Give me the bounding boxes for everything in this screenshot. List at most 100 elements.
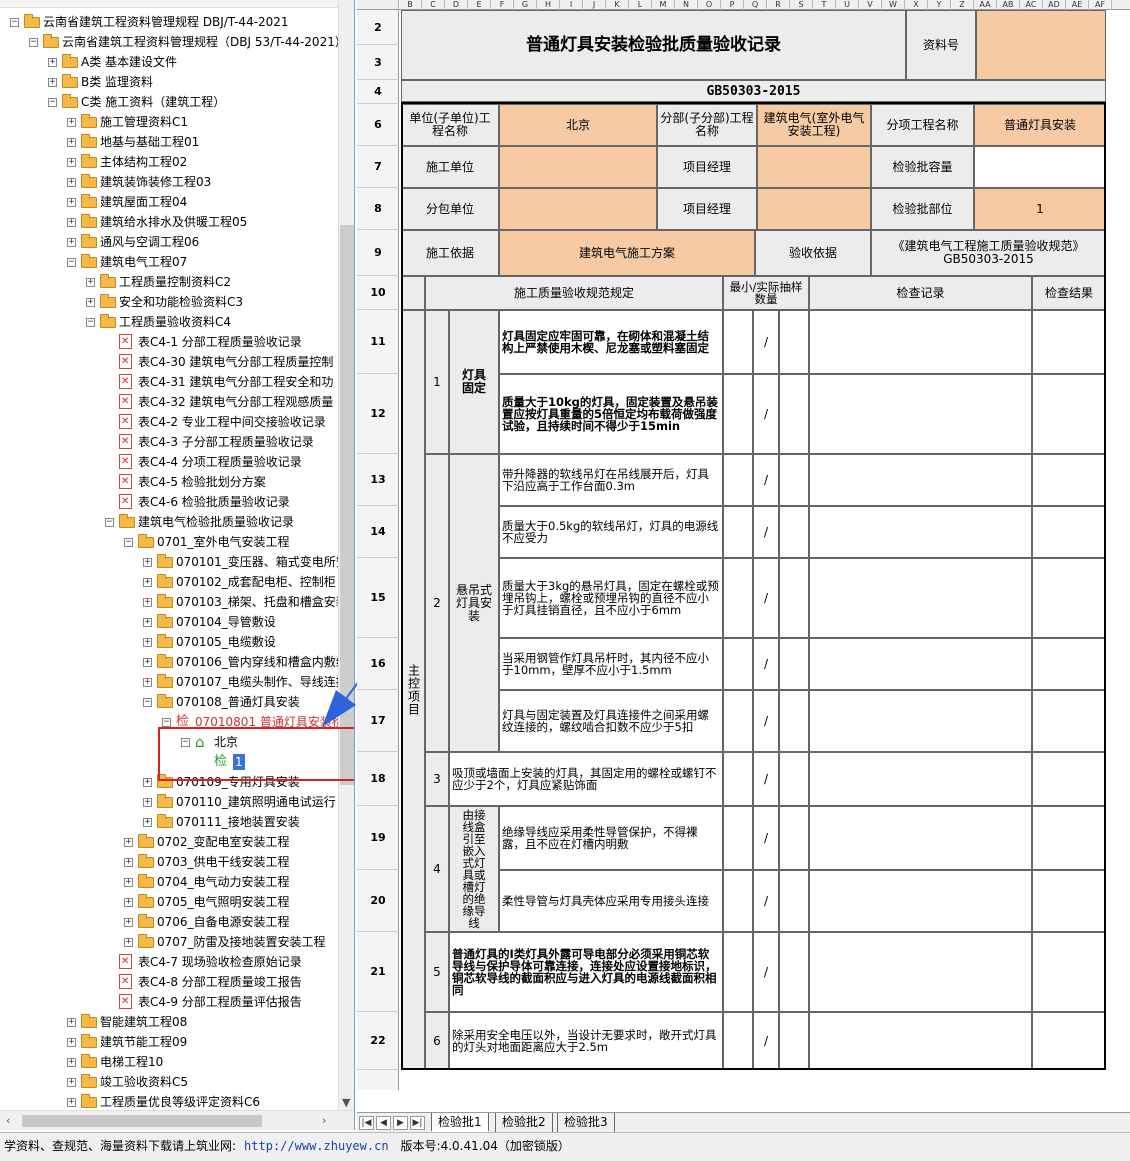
expand-icon[interactable]: + xyxy=(67,118,76,127)
scroll-right-icon[interactable]: › xyxy=(322,1114,326,1127)
tree-item[interactable]: + A类 基本建设文件 xyxy=(0,52,340,72)
sample-actual-cell[interactable] xyxy=(779,374,809,454)
pm2-value[interactable] xyxy=(757,188,871,230)
collapse-icon[interactable]: − xyxy=(29,38,38,47)
tree-item[interactable]: +070106_管内穿线和槽盒内敷线 xyxy=(0,652,340,672)
row-header-cell[interactable]: 10 xyxy=(357,276,399,310)
column-header-cell[interactable]: L xyxy=(629,0,652,10)
sample-actual-cell[interactable] xyxy=(779,310,809,374)
tab-sheet-3[interactable]: 检验批3 xyxy=(557,1113,615,1132)
tree-item[interactable]: − 云南省建筑工程资料管理规程（DBJ 53/T-44-2021） xyxy=(0,32,340,52)
column-header-cell[interactable]: O xyxy=(698,0,721,10)
expand-icon[interactable]: + xyxy=(143,618,152,627)
sample-actual-cell[interactable] xyxy=(779,1012,809,1070)
column-header-cell[interactable]: P xyxy=(721,0,744,10)
tab-sheet-1[interactable]: 检验批1 xyxy=(431,1113,489,1132)
expand-icon[interactable]: + xyxy=(67,1038,76,1047)
column-header-cell[interactable]: C xyxy=(422,0,445,10)
row-header-cell[interactable]: 18 xyxy=(357,752,399,806)
sample-slash-cell[interactable]: / xyxy=(753,558,779,638)
tree-item[interactable]: + B类 监理资料 xyxy=(0,72,340,92)
sample-min-cell[interactable] xyxy=(723,806,753,870)
tree-item[interactable]: +0702_变配电室安装工程 xyxy=(0,832,340,852)
capacity-value[interactable] xyxy=(974,146,1106,188)
sample-slash-cell[interactable]: / xyxy=(753,310,779,374)
column-header-cell[interactable]: U xyxy=(836,0,859,10)
tree-item[interactable]: − 工程质量验收资料C4 xyxy=(0,312,340,332)
row-header-cell[interactable]: 2 xyxy=(357,10,399,45)
check-result-cell[interactable] xyxy=(1032,374,1106,454)
expand-icon[interactable]: + xyxy=(86,278,95,287)
column-header-cell[interactable]: N xyxy=(675,0,698,10)
sample-slash-cell[interactable]: / xyxy=(753,752,779,806)
row-header-cell[interactable]: 9 xyxy=(357,230,399,276)
tree-item[interactable]: +070111_接地装置安装 xyxy=(0,812,340,832)
check-result-cell[interactable] xyxy=(1032,932,1106,1012)
last-sheet-icon[interactable]: ▶| xyxy=(410,1116,425,1130)
column-header-cell[interactable]: R xyxy=(767,0,790,10)
check-record-cell[interactable] xyxy=(809,690,1032,752)
collapse-icon[interactable]: − xyxy=(86,318,95,327)
sample-slash-cell[interactable]: / xyxy=(753,374,779,454)
sample-min-cell[interactable] xyxy=(723,870,753,932)
check-record-cell[interactable] xyxy=(809,454,1032,506)
check-record-cell[interactable] xyxy=(809,638,1032,690)
check-record-cell[interactable] xyxy=(809,506,1032,558)
expand-icon[interactable]: + xyxy=(67,1078,76,1087)
scroll-left-icon[interactable]: ‹ xyxy=(6,1114,10,1127)
column-header-cell[interactable]: E xyxy=(468,0,491,10)
column-header-cell[interactable]: AD xyxy=(1043,0,1066,10)
expand-icon[interactable]: + xyxy=(143,658,152,667)
tree-item[interactable]: − 070108_普通灯具安装 xyxy=(0,692,340,712)
tree-item[interactable]: 表C4-1 分部工程质量验收记录 xyxy=(0,332,340,352)
check-record-cell[interactable] xyxy=(809,558,1032,638)
check-record-cell[interactable] xyxy=(809,932,1032,1012)
tree-horizontal-scrollbar[interactable]: ‹ › xyxy=(0,1110,354,1130)
tab-sheet-2[interactable]: 检验批2 xyxy=(495,1113,553,1132)
check-record-cell[interactable] xyxy=(809,806,1032,870)
column-header-cell[interactable]: AC xyxy=(1020,0,1043,10)
check-record-cell[interactable] xyxy=(809,1012,1032,1070)
sample-min-cell[interactable] xyxy=(723,638,753,690)
check-result-cell[interactable] xyxy=(1032,506,1106,558)
pm-value[interactable] xyxy=(757,146,871,188)
sample-min-cell[interactable] xyxy=(723,752,753,806)
tree-item[interactable]: + 地基与基础工程01 xyxy=(0,132,340,152)
sample-slash-cell[interactable]: / xyxy=(753,806,779,870)
tree-item[interactable]: − C类 施工资料（建筑工程） xyxy=(0,92,340,112)
sub-unit-value[interactable] xyxy=(499,188,657,230)
tree-item[interactable]: 表C4-9 分部工程质量评估报告 xyxy=(0,992,340,1012)
expand-icon[interactable]: + xyxy=(124,898,133,907)
sample-actual-cell[interactable] xyxy=(779,454,809,506)
tree-item[interactable]: + 智能建筑工程08 xyxy=(0,1012,340,1032)
tree-item[interactable]: +0707_防雷及接地装置安装工程 xyxy=(0,932,340,952)
tree-item[interactable]: 表C4-3 子分部工程质量验收记录 xyxy=(0,432,340,452)
sample-min-cell[interactable] xyxy=(723,374,753,454)
tree-item[interactable]: 表C4-30 建筑电气分部工程质量控制 xyxy=(0,352,340,372)
tree-item[interactable]: − 0701_室外电气安装工程 xyxy=(0,532,340,552)
collapse-icon[interactable]: − xyxy=(48,98,57,107)
row-header-cell[interactable]: 8 xyxy=(357,188,399,230)
sample-min-cell[interactable] xyxy=(723,690,753,752)
tree-item[interactable]: +0703_供电干线安装工程 xyxy=(0,852,340,872)
sample-slash-cell[interactable]: / xyxy=(753,932,779,1012)
next-sheet-icon[interactable]: ▶ xyxy=(393,1116,408,1130)
collapse-icon[interactable]: − xyxy=(124,538,133,547)
collapse-icon[interactable]: − xyxy=(105,518,114,527)
column-header-cell[interactable]: J xyxy=(583,0,606,10)
column-header-cell[interactable]: K xyxy=(606,0,629,10)
expand-icon[interactable]: + xyxy=(67,1098,76,1107)
check-record-cell[interactable] xyxy=(809,870,1032,932)
expand-icon[interactable]: + xyxy=(86,298,95,307)
column-header-cell[interactable]: D xyxy=(445,0,468,10)
expand-icon[interactable]: + xyxy=(143,678,152,687)
column-header-cell[interactable]: AA xyxy=(974,0,997,10)
tree-item[interactable]: 表C4-32 建筑电气分部工程观感质量 xyxy=(0,392,340,412)
status-url-link[interactable]: http://www.zhuyew.cn xyxy=(244,1139,389,1153)
first-sheet-icon[interactable]: |◀ xyxy=(359,1116,374,1130)
row-header-cell[interactable]: 19 xyxy=(357,806,399,870)
column-header-cell[interactable]: S xyxy=(790,0,813,10)
column-header-cell[interactable]: B xyxy=(399,0,422,10)
column-header-cell[interactable]: M xyxy=(652,0,675,10)
tree-item[interactable]: 表C4-5 检验批划分方案 xyxy=(0,472,340,492)
